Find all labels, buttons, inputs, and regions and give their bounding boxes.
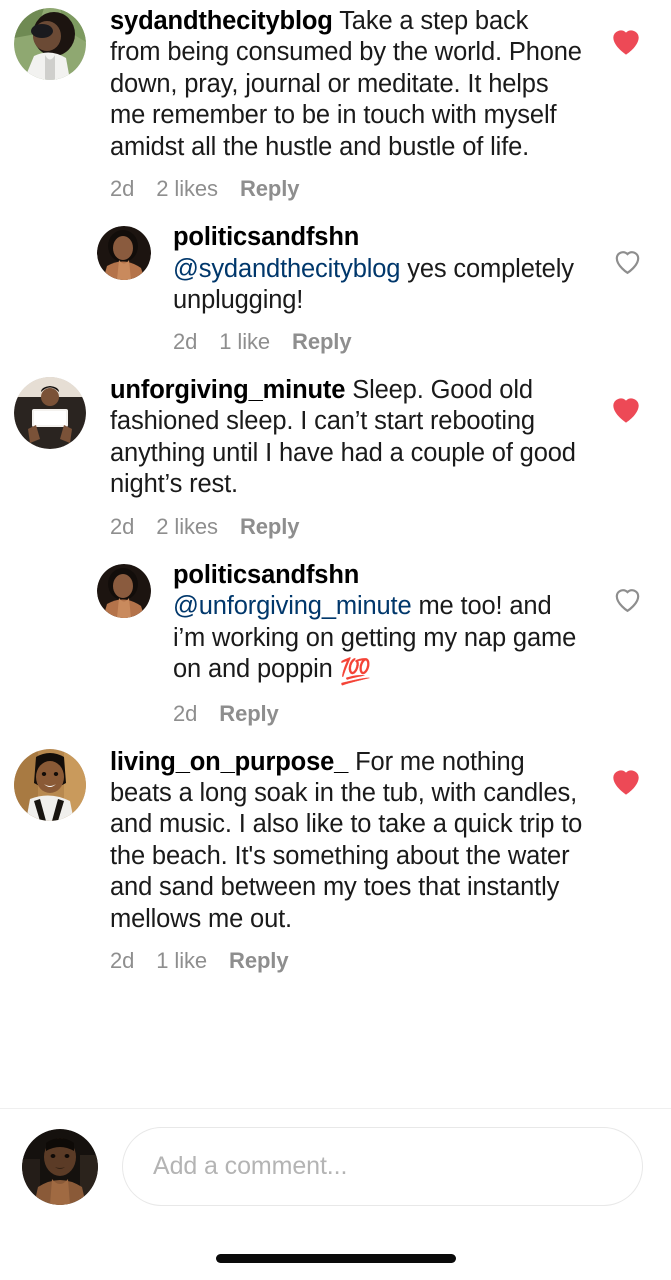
- comment-likes-count[interactable]: 2 likes: [156, 514, 218, 540]
- avatar-image-sydandthecityblog: [14, 8, 86, 80]
- comment-reply-button[interactable]: Reply: [229, 948, 289, 974]
- comment-username[interactable]: politicsandfshn: [173, 222, 581, 253]
- comment-mention[interactable]: @sydandthecityblog: [173, 255, 400, 283]
- comment-meta: 2d Reply: [173, 701, 581, 727]
- comment-body: living_on_purpose_ For me nothing beats …: [86, 747, 671, 975]
- avatar-image-unforgiving-minute: [14, 376, 86, 449]
- avatar-image-living-on-purpose: [14, 748, 86, 821]
- avatar[interactable]: [14, 748, 86, 821]
- add-comment-placeholder: Add a comment...: [153, 1152, 348, 1180]
- home-indicator: [215, 1254, 456, 1263]
- comment-item[interactable]: unforgiving_minute Sleep. Good old fashi…: [0, 369, 671, 554]
- comment-username[interactable]: living_on_purpose_: [110, 748, 348, 776]
- comment-username[interactable]: politicsandfshn: [173, 560, 581, 591]
- avatar-image-current-user: [22, 1128, 98, 1205]
- like-button[interactable]: [611, 584, 643, 614]
- comment-item[interactable]: politicsandfshn @sydandthecityblog yes c…: [0, 216, 671, 368]
- heart-filled-icon: [613, 29, 639, 55]
- comment-text: sydandthecityblog Take a step back from …: [110, 6, 585, 163]
- like-button[interactable]: [609, 24, 643, 56]
- comment-timestamp: 2d: [110, 513, 135, 539]
- comment-body: sydandthecityblog Take a step back from …: [86, 6, 671, 202]
- comment-text: unforgiving_minute Sleep. Good old fashi…: [110, 375, 585, 501]
- comment-text: @unforgiving_minute me too! and i’m work…: [173, 591, 581, 688]
- avatar-image-politicsandfshn: [97, 226, 151, 281]
- comment-meta: 2d 2 likes Reply: [110, 514, 585, 540]
- comment-body: politicsandfshn @sydandthecityblog yes c…: [151, 222, 671, 354]
- comment-body: politicsandfshn @unforgiving_minute me t…: [151, 560, 671, 727]
- comment-username[interactable]: unforgiving_minute: [110, 376, 345, 404]
- comment-reply-button[interactable]: Reply: [240, 176, 300, 202]
- comment-timestamp: 2d: [110, 948, 135, 974]
- heart-filled-icon: [613, 398, 639, 423]
- comment-timestamp: 2d: [173, 328, 198, 354]
- add-comment-input[interactable]: Add a comment...: [122, 1127, 643, 1206]
- avatar[interactable]: [14, 8, 86, 80]
- hundred-points-emoji: 💯: [339, 658, 372, 687]
- comment-username[interactable]: sydandthecityblog: [110, 7, 333, 35]
- heart-filled-icon: [613, 770, 639, 795]
- avatar[interactable]: [14, 376, 86, 449]
- like-button[interactable]: [611, 246, 643, 276]
- avatar-image-politicsandfshn: [97, 563, 151, 618]
- comment-meta: 2d 2 likes Reply: [110, 176, 585, 202]
- comment-item[interactable]: living_on_purpose_ For me nothing beats …: [0, 741, 671, 989]
- avatar[interactable]: [97, 563, 151, 618]
- comment-likes-count[interactable]: 2 likes: [156, 176, 218, 202]
- comment-text: @sydandthecityblog yes completely unplug…: [173, 254, 581, 317]
- like-button[interactable]: [609, 393, 643, 425]
- comment-meta: 2d 1 like Reply: [110, 948, 585, 974]
- comment-mention[interactable]: @unforgiving_minute: [173, 592, 412, 620]
- like-button[interactable]: [609, 765, 643, 797]
- heart-outline-icon: [615, 588, 639, 612]
- instagram-comments-screen: sydandthecityblog Take a step back from …: [0, 0, 671, 1280]
- compose-bar: Add a comment...: [0, 1109, 671, 1224]
- heart-outline-icon: [615, 251, 639, 275]
- comment-reply-button[interactable]: Reply: [292, 329, 352, 355]
- comment-reply-button[interactable]: Reply: [219, 701, 279, 727]
- comment-reply-button[interactable]: Reply: [240, 514, 300, 540]
- comment-likes-count[interactable]: 1 like: [156, 948, 207, 974]
- comment-item[interactable]: politicsandfshn @unforgiving_minute me t…: [0, 554, 671, 741]
- comment-timestamp: 2d: [110, 176, 135, 202]
- comment-item[interactable]: sydandthecityblog Take a step back from …: [0, 0, 671, 216]
- avatar-current-user[interactable]: [22, 1128, 98, 1205]
- comment-meta: 2d 1 like Reply: [173, 329, 581, 355]
- comments-list: sydandthecityblog Take a step back from …: [0, 0, 671, 988]
- avatar[interactable]: [97, 226, 151, 281]
- comment-body: unforgiving_minute Sleep. Good old fashi…: [86, 375, 671, 540]
- comment-text: living_on_purpose_ For me nothing beats …: [110, 747, 585, 936]
- comment-timestamp: 2d: [173, 700, 198, 726]
- comment-likes-count[interactable]: 1 like: [219, 329, 270, 355]
